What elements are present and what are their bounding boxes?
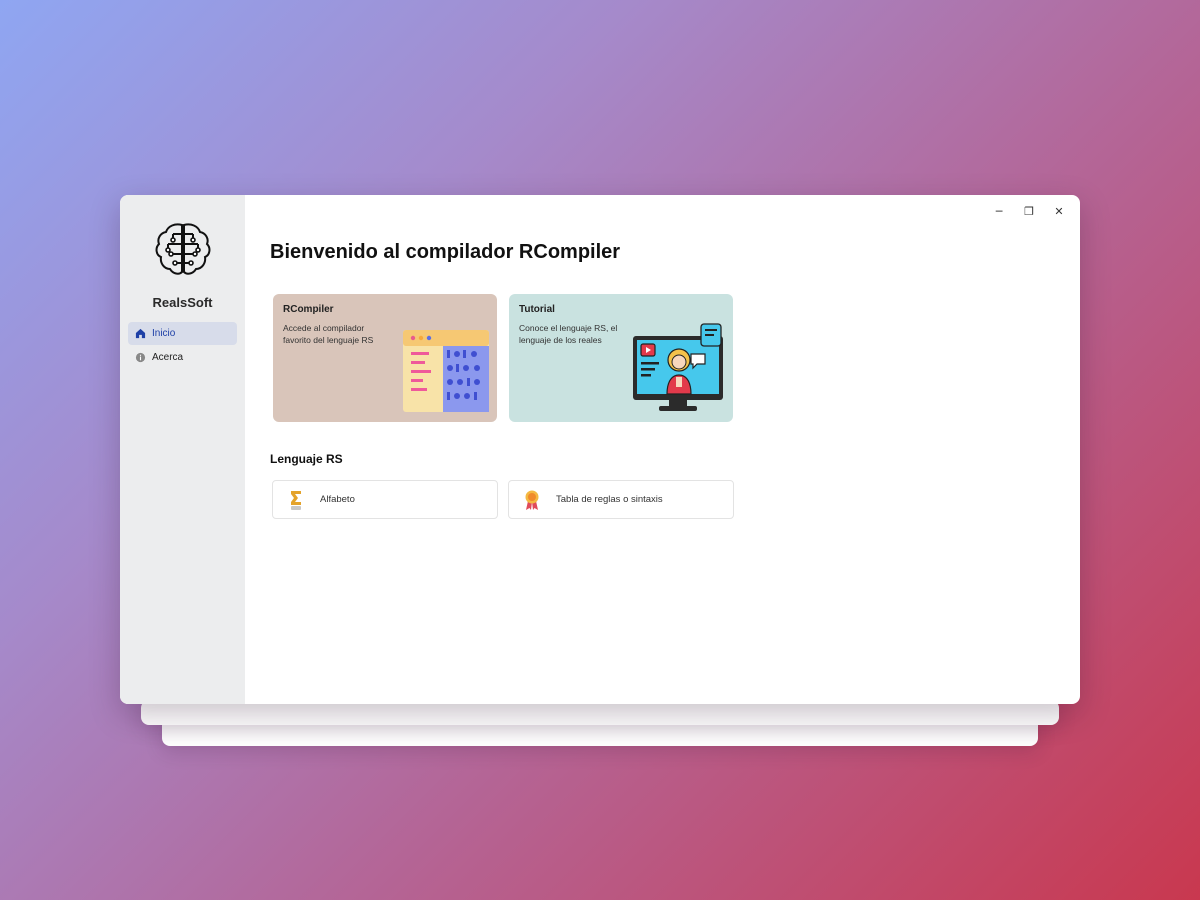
page-title: Bienvenido al compilador RCompiler [270,241,621,263]
sidebar-item-label: Inicio [152,328,176,339]
award-icon [523,488,541,512]
code-editor-illustration-icon [403,330,489,412]
alfabeto-link[interactable]: Alfabeto [272,480,498,519]
sidebar-item-label: Acerca [152,352,184,363]
link-label: Alfabeto [320,494,355,505]
card-description: Conoce el lenguaje RS, el lenguaje de lo… [519,323,618,345]
info-icon [134,352,146,364]
restore-button[interactable]: ❐ [1014,201,1044,221]
tutorial-card[interactable]: Tutorial Conoce el lenguaje RS, el lengu… [509,294,733,422]
sidebar-item-acerca[interactable]: Acerca [128,346,237,369]
close-button[interactable]: ✕ [1044,201,1074,221]
sigma-icon [287,488,305,512]
window-controls: ─ ❐ ✕ [984,201,1074,221]
card-title: RCompiler [283,304,334,315]
home-icon [134,328,146,340]
sidebar-item-inicio[interactable]: Inicio [128,322,237,345]
app-window: RealsSoft Inicio Acerca ─ ❐ ✕ Bienvenido… [120,195,1080,704]
brain-logo-icon [155,223,210,275]
card-description: Accede al compilador favorito del lengua… [283,323,374,345]
sidebar-nav: Inicio Acerca [120,322,245,370]
section-title: Lenguaje RS [270,452,343,466]
video-tutorial-illustration-icon [633,323,723,411]
feature-cards: RCompiler Accede al compilador favorito … [273,294,1055,422]
language-links: Alfabeto Tabla de reglas o sintaxis [272,480,1055,519]
tabla-reglas-link[interactable]: Tabla de reglas o sintaxis [508,480,734,519]
card-title: Tutorial [519,304,555,315]
brand-name: RealsSoft [152,295,213,310]
link-label: Tabla de reglas o sintaxis [556,494,663,505]
sidebar: RealsSoft Inicio Acerca [120,195,245,704]
minimize-button[interactable]: ─ [984,201,1014,221]
main-content: ─ ❐ ✕ Bienvenido al compilador RCompiler… [245,195,1080,704]
rcompiler-card[interactable]: RCompiler Accede al compilador favorito … [273,294,497,422]
